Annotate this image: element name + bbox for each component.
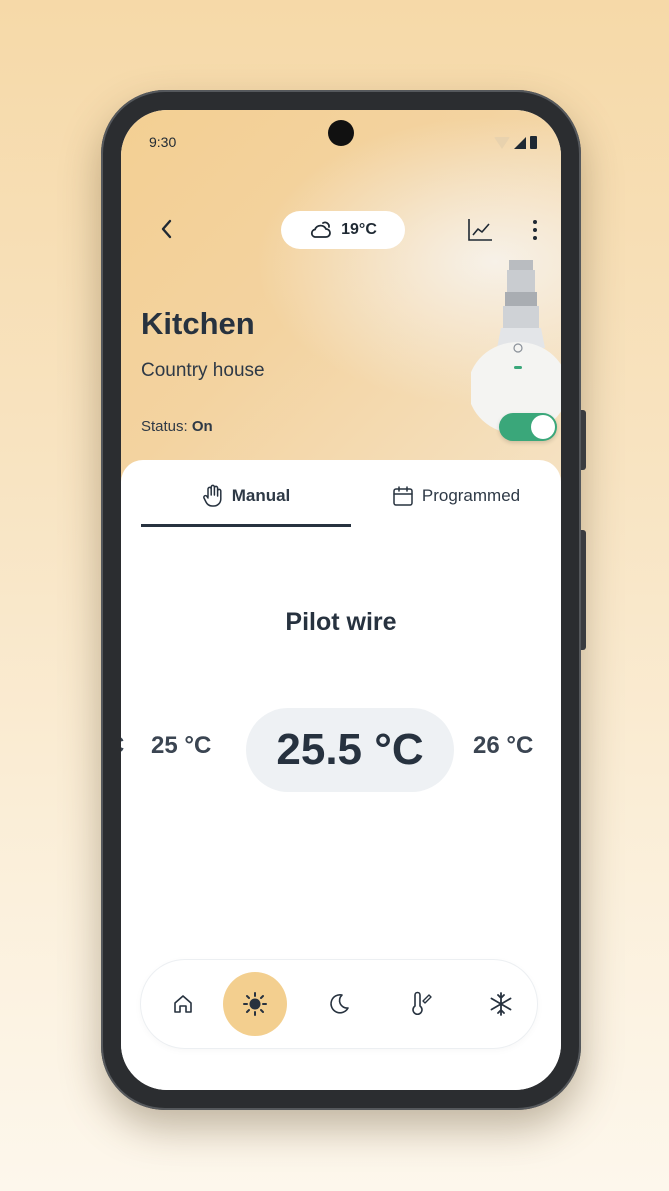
battery-icon [530,136,537,149]
room-name: Kitchen [141,306,255,341]
active-tab-indicator [141,524,351,527]
mode-sun-button[interactable] [223,972,287,1036]
mode-selector [141,960,537,1048]
stats-button[interactable] [466,217,494,243]
selected-temperature[interactable]: 25.5 °C [246,708,454,792]
home-icon [174,995,192,1013]
snowflake-icon [490,992,512,1016]
thermometer-icon [412,991,432,1015]
hand-icon [202,484,222,507]
temperature-option-next[interactable]: 26 °C [473,732,533,760]
weather-badge[interactable]: 19°C [281,211,405,249]
status-value: On [191,418,213,435]
status-label: Status: [141,418,188,435]
mode-title: Pilot wire [285,608,397,636]
cloud-sun-icon [311,221,332,238]
room-location: Country house [141,360,265,381]
front-camera [328,120,354,146]
mode-eco-button[interactable] [389,972,453,1036]
tab-manual[interactable]: Manual [141,460,351,532]
tab-manual-label: Manual [231,486,291,505]
toggle-knob [531,415,555,439]
temperature-picker[interactable]: C 25 °C 25.5 °C 26 °C [121,708,561,792]
outdoor-temperature: 19°C [341,221,377,238]
tab-programmed[interactable]: Programmed [351,460,561,532]
calendar-icon [393,486,413,506]
phone-frame: 9:30 19°C Kitchen Country house Status: … [101,90,586,1110]
temperature-option-previous[interactable]: 25 °C [151,732,211,760]
tab-programmed-label: Programmed [421,486,521,505]
chart-icon [468,219,492,241]
signal-icon [514,137,526,149]
wifi-icon [494,137,510,149]
temperature-option[interactable]: C [121,732,124,760]
app-screen: 9:30 19°C Kitchen Country house Status: … [121,110,561,1090]
chevron-left-icon [161,219,172,239]
sun-icon [243,992,267,1016]
power-toggle[interactable] [499,413,557,441]
mode-night-button[interactable] [307,972,371,1036]
dot-icon [533,220,537,224]
mode-comfort-button[interactable] [151,972,215,1036]
mode-frost-button[interactable] [469,972,533,1036]
more-options-button[interactable] [525,214,545,246]
status-time: 9:30 [149,134,177,150]
back-button[interactable] [151,214,181,244]
system-icons [494,136,537,149]
dot-icon [533,236,537,240]
moon-icon [330,994,349,1014]
power-status: Status: On [141,418,213,435]
power-button [581,530,586,650]
dot-icon [533,228,537,232]
volume-button [581,410,586,470]
